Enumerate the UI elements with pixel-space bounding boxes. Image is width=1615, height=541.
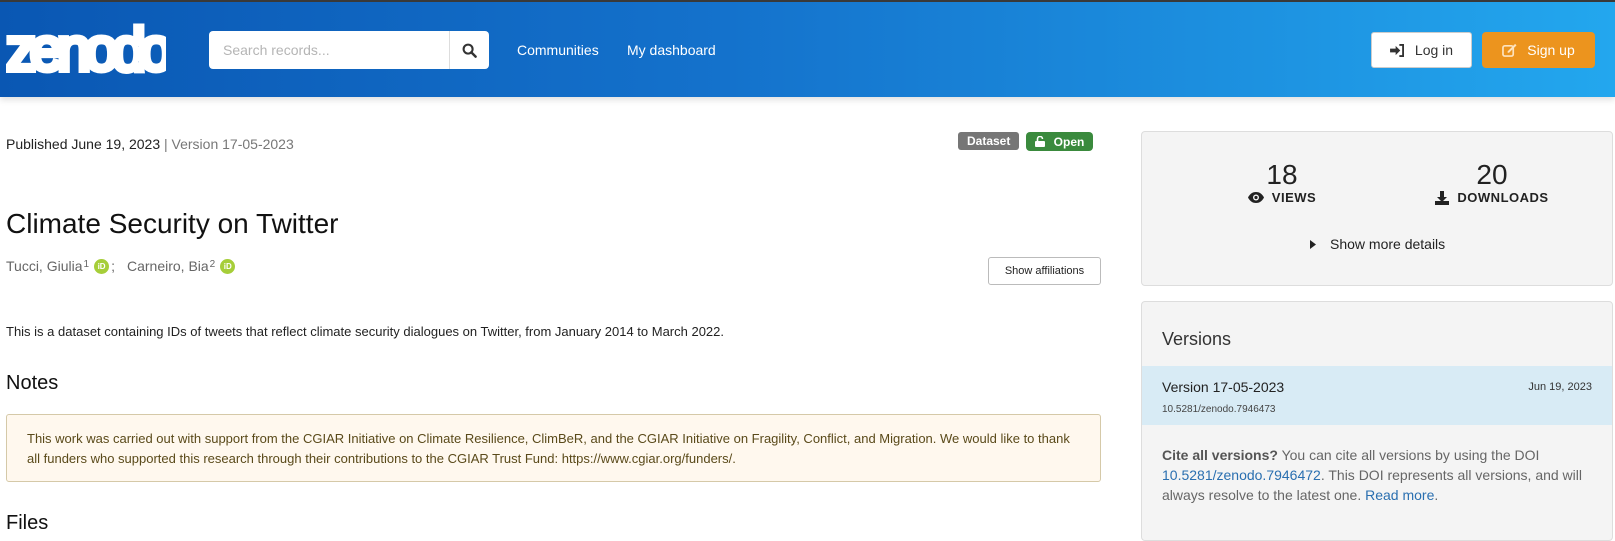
record-description: This is a dataset containing IDs of twee… xyxy=(6,324,725,339)
cite-text: You can cite all versions by using the D… xyxy=(1277,447,1540,463)
views-stat: 18 VIEWS xyxy=(1237,160,1327,205)
read-more-link[interactable]: Read more xyxy=(1365,487,1434,503)
published-date: Published June 19, 2023 xyxy=(6,136,161,152)
concept-doi-link[interactable]: 10.5281/zenodo.7946472 xyxy=(1162,467,1321,483)
search-button[interactable] xyxy=(449,31,489,69)
unlock-icon xyxy=(1034,136,1045,147)
author-name[interactable]: Carneiro, Bia xyxy=(127,258,209,274)
signup-label: Sign up xyxy=(1527,42,1575,58)
zenodo-logo[interactable]: zenodo xyxy=(6,20,166,76)
views-count: 18 xyxy=(1266,159,1298,190)
orcid-icon[interactable]: iD xyxy=(220,258,236,274)
orcid-icon[interactable]: iD xyxy=(94,258,110,274)
version-date: Jun 19, 2023 xyxy=(1528,381,1592,393)
downloads-label: DOWNLOADS xyxy=(1457,190,1549,205)
svg-text:zenodo: zenodo xyxy=(6,20,166,76)
login-label: Log in xyxy=(1414,42,1454,58)
show-affiliations-button[interactable]: Show affiliations xyxy=(988,257,1101,285)
version-name[interactable]: Version 17-05-2023 xyxy=(1162,379,1284,395)
notes-box: This work was carried out with support f… xyxy=(6,414,1101,482)
separator: | xyxy=(160,136,172,152)
publication-info: Published June 19, 2023 | Version 17-05-… xyxy=(6,136,294,152)
author-name[interactable]: Tucci, Giulia xyxy=(6,258,83,274)
version-label: Version 17-05-2023 xyxy=(171,136,294,152)
affiliation-number: 1 xyxy=(83,258,90,270)
cite-text: . xyxy=(1434,487,1439,503)
signup-button[interactable]: Sign up xyxy=(1482,32,1595,68)
views-label: VIEWS xyxy=(1271,190,1317,205)
cite-heading: Cite all versions? xyxy=(1162,447,1278,463)
login-button[interactable]: Log in xyxy=(1371,32,1472,68)
sign-in-icon xyxy=(1389,43,1404,57)
files-heading: Files xyxy=(6,512,49,534)
cite-all-versions-text: Cite all versions? You can cite all vers… xyxy=(1162,445,1602,505)
notes-heading: Notes xyxy=(6,372,59,394)
download-icon xyxy=(1435,190,1450,205)
show-more-details-toggle[interactable]: Show more details xyxy=(1310,236,1445,252)
version-item[interactable]: Version 17-05-2023 Jun 19, 2023 10.5281/… xyxy=(1142,366,1612,425)
downloads-stat: 20 DOWNLOADS xyxy=(1422,160,1562,205)
caret-right-icon xyxy=(1310,239,1316,249)
record-title: Climate Security on Twitter xyxy=(6,208,339,239)
version-doi: 10.5281/zenodo.7946473 xyxy=(1162,404,1276,415)
eye-icon xyxy=(1247,192,1264,203)
author-separator: ; xyxy=(111,258,115,274)
nav-my-dashboard[interactable]: My dashboard xyxy=(627,42,716,58)
site-header: zenodo Communities My dashboard Log in S… xyxy=(0,2,1615,97)
access-label: Open xyxy=(1053,134,1085,149)
edit-icon xyxy=(1502,43,1517,57)
author-list: Tucci, Giulia 1 iD ; Carneiro, Bia 2 iD xyxy=(6,258,236,274)
search-bar xyxy=(209,31,489,69)
nav-communities[interactable]: Communities xyxy=(517,42,599,58)
search-input[interactable] xyxy=(209,31,449,69)
show-more-label: Show more details xyxy=(1330,236,1446,252)
search-icon xyxy=(462,43,477,58)
affiliation-number: 2 xyxy=(209,258,216,270)
versions-card: Versions Version 17-05-2023 Jun 19, 2023… xyxy=(1141,301,1613,541)
downloads-count: 20 xyxy=(1476,159,1508,190)
stats-card: 18 VIEWS 20 DOWNLOADS Show more details xyxy=(1141,131,1613,286)
versions-heading: Versions xyxy=(1162,329,1232,349)
resource-type-badge: Dataset xyxy=(958,132,1020,150)
access-badge: Open xyxy=(1026,132,1093,151)
